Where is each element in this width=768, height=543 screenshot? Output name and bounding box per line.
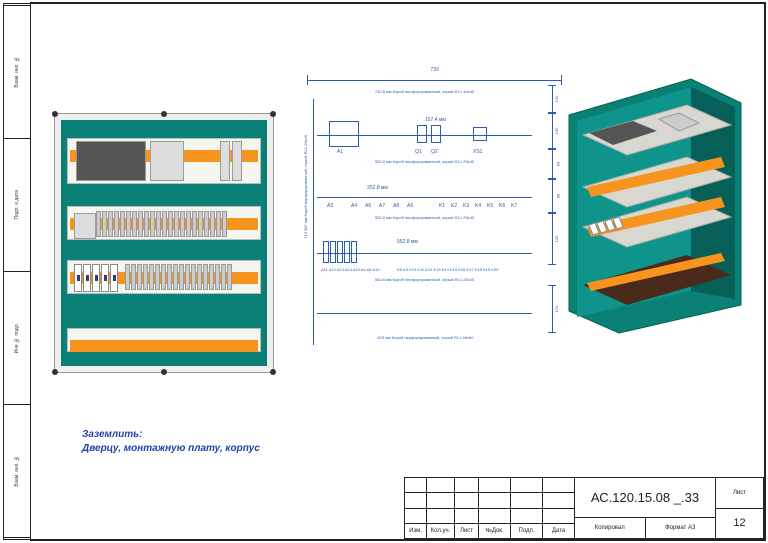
drawing-number: АС.120.15.08 _.33: [575, 478, 715, 518]
duct-bottom: 823 мм Короб перфорированный, серый RL1 …: [307, 343, 544, 355]
terminal-row-2: [74, 211, 254, 237]
breaker-row: [74, 264, 254, 292]
duct-m1: 552.8 мм Короб перфорированный, серый RL…: [317, 167, 532, 179]
duct-m3: 552.8 мм Короб перфорированный, серый RL…: [317, 285, 532, 297]
hdr-data: Дата: [543, 524, 574, 538]
leftstrip-cell: Взам. инв. №: [14, 56, 20, 88]
leftstrip-cell: Подп. и дата: [14, 190, 20, 219]
sch-rail-2: [317, 197, 532, 198]
device-plc: [76, 141, 146, 181]
hdr-list: Лист: [455, 524, 479, 538]
device-q2: [232, 141, 242, 181]
sch-a1: [329, 121, 359, 147]
side-duct-label: 714 587 мм Короб перфорированный, серый …: [303, 135, 308, 239]
cabinet-front-view: [54, 113, 274, 373]
hdr-izm: Изм.: [405, 524, 427, 538]
din-rail-4: [67, 328, 261, 352]
copied-label: Копировал: [575, 518, 646, 538]
leftstrip-cell: Взам. инв. №: [14, 455, 20, 487]
revision-grid: Изм. Кол.уч. Лист №Док. Подп. Дата: [405, 478, 575, 538]
hdr-koluch: Кол.уч.: [427, 524, 455, 538]
dimension-width: [307, 75, 562, 85]
drawing-content: 733 714 587 мм Короб перфорированный, се…: [32, 5, 763, 473]
grounding-note: Заземлить: Дверцу, монтажную плату, корп…: [82, 428, 260, 455]
hdr-ndok: №Док.: [479, 524, 511, 538]
sheet-number: 12: [716, 508, 763, 539]
duct-top: 742.8 мм Короб перфорированный, серый RL…: [317, 97, 532, 109]
device-q1: [220, 141, 230, 181]
sch-rail-4: [317, 313, 532, 314]
cabinet-iso-view: [561, 75, 751, 335]
duct-m2: 552.8 мм Короб перфорированный, серый RL…: [317, 223, 532, 235]
din-rail-1: [67, 138, 261, 184]
dim-r1: 120: [548, 85, 556, 113]
leftstrip-cell: Инв.№ подл.: [14, 323, 20, 353]
note-line-1: Заземлить:: [82, 428, 260, 442]
format-label: Формат A3: [646, 518, 716, 538]
din-rail-2: [67, 206, 261, 240]
left-duct-line: [313, 99, 314, 345]
dim-width-label: 733: [430, 67, 438, 73]
sheet-header: Лист: [716, 478, 763, 508]
hdr-podp: Подп.: [511, 524, 543, 538]
device-a1: [150, 141, 184, 181]
layout-schematic: 733 714 587 мм Короб перфорированный, се…: [307, 75, 562, 375]
title-block: Изм. Кол.уч. Лист №Док. Подп. Дата АС.12…: [404, 477, 764, 539]
note-line-2: Дверцу, монтажную плату, корпус: [82, 442, 260, 456]
mounting-plate: [61, 120, 267, 366]
din-rail-3: [67, 260, 261, 294]
left-title-strip: Взам. инв. № Подп. и дата Инв.№ подл. Вз…: [3, 5, 31, 538]
